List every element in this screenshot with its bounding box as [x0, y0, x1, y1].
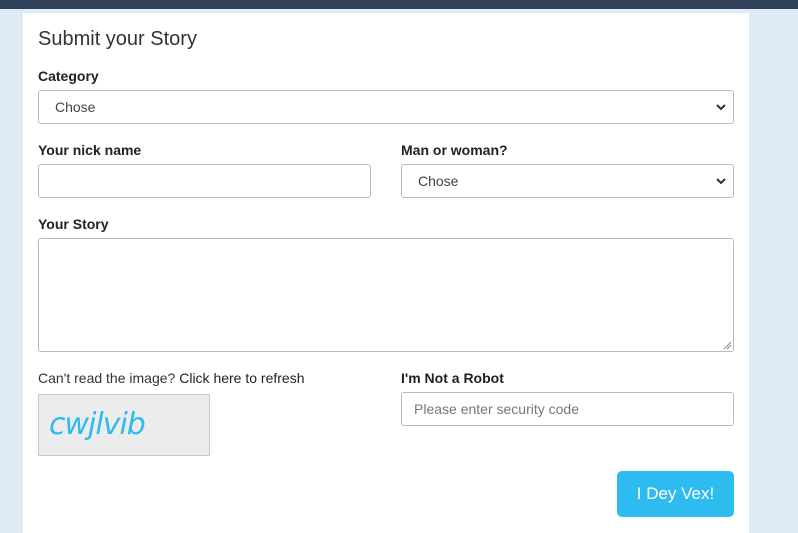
gender-select-value: Chose: [418, 173, 459, 189]
submit-button[interactable]: I Dey Vex!: [617, 471, 734, 517]
captcha-image: cwjlvib: [38, 394, 210, 456]
captcha-prompt: Can't read the image?: [38, 370, 176, 386]
captcha-refresh-text: Can't read the image? Click here to refr…: [38, 370, 305, 386]
story-label: Your Story: [38, 216, 109, 232]
category-select-value: Chose: [55, 99, 96, 115]
category-label: Category: [38, 68, 99, 84]
captcha-image-text: cwjlvib: [49, 407, 145, 442]
captcha-glyphs: cwjlvib: [49, 407, 146, 442]
resize-grip-icon[interactable]: [723, 341, 732, 350]
nickname-label: Your nick name: [38, 142, 142, 158]
form-title: Submit your Story: [38, 28, 197, 50]
chevron-down-icon: [716, 104, 726, 111]
nickname-input[interactable]: [38, 164, 371, 198]
top-bar: [0, 0, 798, 9]
captcha-refresh-link[interactable]: Click here to refresh: [179, 370, 304, 386]
security-code-input[interactable]: Please enter security code: [401, 392, 734, 426]
story-form: Submit your Story Category Chose Your ni…: [23, 13, 749, 533]
story-textarea[interactable]: [38, 238, 734, 352]
gender-label: Man or woman?: [401, 142, 508, 158]
category-select[interactable]: Chose: [38, 90, 734, 124]
captcha-label: I'm Not a Robot: [401, 370, 504, 386]
security-code-placeholder: Please enter security code: [414, 401, 579, 417]
chevron-down-icon: [716, 178, 726, 185]
gender-select[interactable]: Chose: [401, 164, 734, 198]
